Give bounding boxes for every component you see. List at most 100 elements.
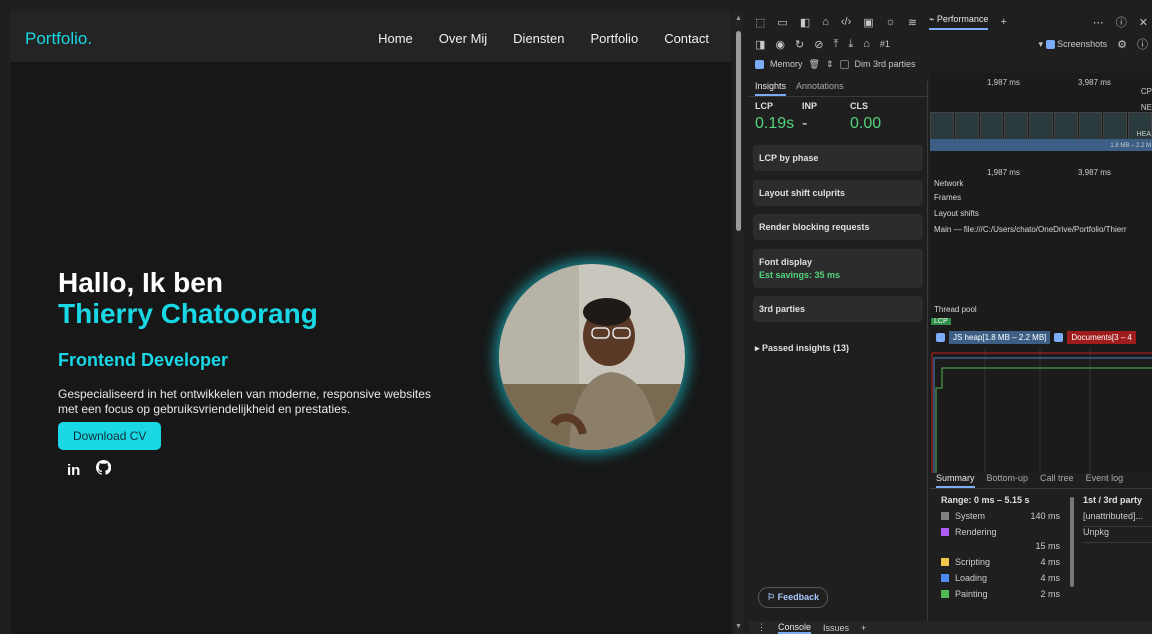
tab-annotations[interactable]: Annotations (796, 81, 844, 96)
network-icon[interactable]: ≋ (908, 16, 917, 29)
screenshot-filmstrip[interactable] (930, 112, 1152, 140)
loading-swatch (941, 574, 949, 582)
nav-over-mij[interactable]: Over Mij (439, 31, 487, 46)
tab-summary[interactable]: Summary (936, 473, 975, 488)
feedback-button[interactable]: ⚐ Feedback (758, 587, 829, 608)
home-icon[interactable]: ⌂ (822, 16, 829, 28)
filmstrip-frame[interactable] (979, 112, 1004, 140)
home-icon[interactable]: ⌂ (863, 38, 870, 50)
tab-bottom-up[interactable]: Bottom-up (987, 473, 1029, 488)
filmstrip-frame[interactable] (954, 112, 979, 140)
nav-diensten[interactable]: Diensten (513, 31, 564, 46)
record-icon[interactable]: ◉ (775, 38, 785, 51)
tab-event-log[interactable]: Event log (1086, 473, 1124, 488)
filmstrip-frame[interactable] (1078, 112, 1103, 140)
tab-performance[interactable]: ⌁ Performance (928, 14, 989, 30)
device-icon[interactable]: ▭ (777, 16, 787, 29)
insight-lcp-by-phase[interactable]: LCP by phase (753, 145, 923, 171)
insight-third-parties[interactable]: 3rd parties (753, 296, 923, 322)
third-party-row[interactable]: [unattributed]... (1083, 511, 1152, 527)
inp-value: - (802, 115, 808, 132)
track-frames[interactable]: Frames (934, 193, 961, 202)
help-icon[interactable]: ⓘ (1116, 14, 1127, 30)
memory-checkbox[interactable] (755, 59, 764, 69)
ruler-tick-2: 3,987 ms (1078, 78, 1111, 87)
close-icon[interactable]: ✕ (1139, 16, 1152, 29)
download-cv-button[interactable]: Download CV (58, 422, 162, 450)
elements-icon[interactable]: ‹/› (841, 16, 851, 28)
hero-role: Frontend Developer (58, 350, 229, 370)
console-tab-icon[interactable]: ▣ (863, 16, 873, 29)
upload-icon[interactable]: ⤒ (833, 38, 838, 51)
recording-select[interactable]: #1 (880, 39, 890, 49)
garbage-collect-icon[interactable]: 🗑 (809, 59, 820, 70)
filmstrip-frame[interactable] (930, 112, 954, 140)
filmstrip-frame[interactable] (1004, 112, 1029, 140)
track-network[interactable]: Network (934, 179, 963, 188)
font-display-savings: Est savings: 35 ms (759, 270, 841, 280)
tab-call-tree[interactable]: Call tree (1040, 473, 1074, 488)
nav-home[interactable]: Home (378, 31, 413, 46)
insight-font-display[interactable]: Font display Est savings: 35 ms (753, 249, 923, 288)
hero-greeting: Hallo, Ik ben (58, 267, 223, 298)
github-icon[interactable] (96, 459, 112, 480)
sources-icon[interactable]: ☼ (886, 16, 896, 28)
cls-value: 0.00 (850, 115, 882, 132)
site-logo[interactable]: Portfolio. (25, 29, 92, 49)
summary-scrollbar[interactable] (1070, 497, 1074, 587)
inspect-icon[interactable]: ⬚ (755, 16, 765, 29)
main-ruler: 1,987 ms 3,987 ms (930, 165, 1152, 179)
tab-console[interactable]: Console (778, 622, 812, 634)
add-drawer-tab-icon[interactable]: + (861, 623, 866, 633)
download-icon[interactable]: ⤓ (848, 38, 853, 51)
filmstrip-frame[interactable] (1029, 112, 1053, 140)
documents-checkbox[interactable] (1054, 332, 1064, 342)
memory-legend: JS heap[1.8 MB – 2.2 MB] Documents[3 – 4 (930, 328, 1152, 346)
linkedin-icon[interactable]: in (67, 462, 80, 479)
add-tab-icon[interactable]: + (1000, 16, 1006, 28)
nav-contact[interactable]: Contact (664, 31, 709, 46)
settings-icon[interactable]: ⚙ (1117, 38, 1127, 51)
js-heap-label: JS heap[1.8 MB – 2.2 MB] (949, 330, 1051, 344)
filmstrip-frame[interactable] (1103, 112, 1128, 140)
dim-third-parties-label: Dim 3rd parties (854, 59, 916, 69)
social-links: in (58, 459, 458, 480)
tab-issues[interactable]: Issues (823, 623, 849, 633)
more-icon[interactable]: ⋯ (1093, 16, 1104, 29)
clear-icon[interactable]: ⊘ (814, 38, 823, 51)
filmstrip-frame[interactable] (1053, 112, 1078, 140)
scripting-swatch (941, 558, 949, 566)
ruler-tick-2: 3,987 ms (1078, 168, 1111, 177)
tab-insights[interactable]: Insights (755, 81, 787, 96)
js-heap-checkbox[interactable] (936, 332, 945, 342)
dim-third-parties-checkbox[interactable] (839, 59, 849, 69)
insight-layout-shift-culprits[interactable]: Layout shift culprits (753, 180, 923, 206)
drawer-menu-icon[interactable]: ⋮ (757, 622, 766, 633)
trace-icon[interactable]: ⇕ (826, 59, 834, 70)
screenshots-checkbox[interactable]: ▾ Screenshots (1039, 39, 1107, 50)
dock-icon[interactable]: ◧ (800, 16, 810, 29)
passed-insights[interactable]: ▸ Passed insights (13) (755, 343, 849, 354)
track-main[interactable]: Main — file:///C:/Users/chato/OneDrive/P… (934, 225, 1127, 234)
timeline[interactable]: 1,987 ms 3,987 ms CP NE HEA 1.8 MB – 2.2… (930, 73, 1152, 473)
sidebar-toggle-icon[interactable]: ◨ (755, 38, 765, 51)
scroll-up-icon[interactable]: ▲ (735, 15, 742, 22)
system-value: 140 ms (1030, 511, 1060, 521)
cpu-label: CP (1140, 87, 1152, 96)
reload-record-icon[interactable]: ↻ (795, 38, 804, 51)
font-display-title: Font display (759, 257, 813, 267)
track-thread-pool[interactable]: Thread pool (934, 305, 977, 314)
nav-links: Home Over Mij Diensten Portfolio Contact (378, 31, 709, 46)
third-party-row[interactable]: Unpkg (1083, 527, 1152, 543)
lcp-marker[interactable]: LCP (931, 318, 951, 325)
scroll-down-icon[interactable]: ▼ (735, 623, 742, 630)
hero-name: Thierry Chatoorang (58, 298, 318, 329)
scrollbar-thumb[interactable] (736, 31, 741, 231)
insights-tabs: Insights Annotations (749, 81, 927, 97)
memory-chart[interactable] (930, 348, 1152, 473)
nav-portfolio[interactable]: Portfolio (590, 31, 638, 46)
help-icon[interactable]: ⓘ (1137, 36, 1152, 52)
track-layout-shifts[interactable]: Layout shifts (934, 209, 979, 218)
page-scrollbar[interactable]: ▲ ▼ (734, 11, 743, 634)
insight-render-blocking[interactable]: Render blocking requests (753, 214, 923, 240)
